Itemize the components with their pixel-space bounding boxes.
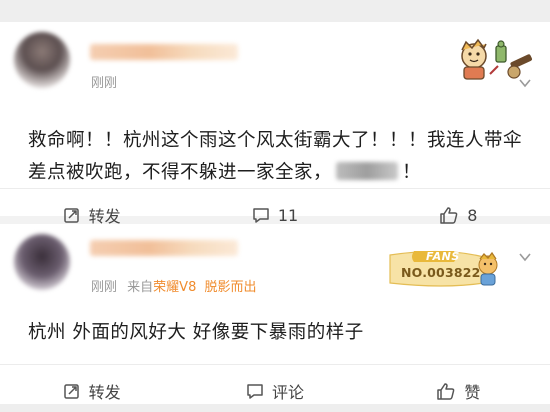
fans-badge-number: NO.003822 [401,265,481,280]
post-time: 刚刚 [91,76,118,91]
chevron-down-icon[interactable] [518,250,532,264]
comment-button[interactable]: 11 [183,206,366,225]
like-icon [437,383,455,400]
repost-icon [63,384,79,399]
post-meta: 刚刚 [91,72,117,91]
source-prefix: 来自 [127,280,154,295]
repost-label: 转发 [88,383,121,402]
like-label: 赞 [464,383,481,402]
blurred-store-name [336,162,399,180]
post-text-end: ！ [402,162,422,183]
post-text: 杭州 外面的风好大 好像要下暴雨的样子 [28,317,532,349]
comment-count: 11 [277,205,299,225]
comment-icon [247,384,263,399]
post-text-main: 救命啊！！杭州这个雨这个风太街霸大了！！！我连人带伞差点被吹跑，不得不躲进一家全… [28,130,523,183]
comment-button[interactable]: 评论 [183,379,366,403]
post-meta: 刚刚 来自荣耀V8 脱影而出 [91,276,257,295]
divider [0,364,550,365]
avatar[interactable] [14,234,70,290]
divider [0,188,550,189]
post-text-main: 杭州 外面的风好大 好像要下暴雨的样子 [28,322,364,343]
chevron-down-icon[interactable] [518,76,532,90]
weibo-feed: 刚刚 救命啊！！杭州这个雨这个风太街霸大了！！！我连人带伞差点被吹跑，不得不躲进… [0,0,550,412]
username-blurred[interactable] [90,44,238,60]
username-blurred[interactable] [90,240,238,256]
avatar[interactable] [14,32,70,88]
bottom-spacer [0,404,550,412]
like-icon [440,207,458,224]
comment-icon [253,208,269,223]
comment-label: 评论 [271,383,304,402]
source-suffix: 脱影而出 [204,280,257,295]
fans-badge-label: FANS [426,250,460,263]
like-count: 8 [467,205,478,225]
post-time: 刚刚 [91,280,118,295]
like-button[interactable]: 赞 [367,379,550,403]
post-text: 救命啊！！杭州这个雨这个风太街霸大了！！！我连人带伞差点被吹跑，不得不躲进一家全… [28,125,532,189]
top-spacer [0,0,550,22]
like-button[interactable]: 8 [367,206,550,225]
post-card-1[interactable]: 刚刚 救命啊！！杭州这个雨这个风太街霸大了！！！我连人带伞差点被吹跑，不得不躲进… [0,22,550,226]
repost-icon [63,208,79,223]
repost-button[interactable]: 转发 [0,379,183,403]
device-name[interactable]: 荣耀V8 [153,280,196,295]
